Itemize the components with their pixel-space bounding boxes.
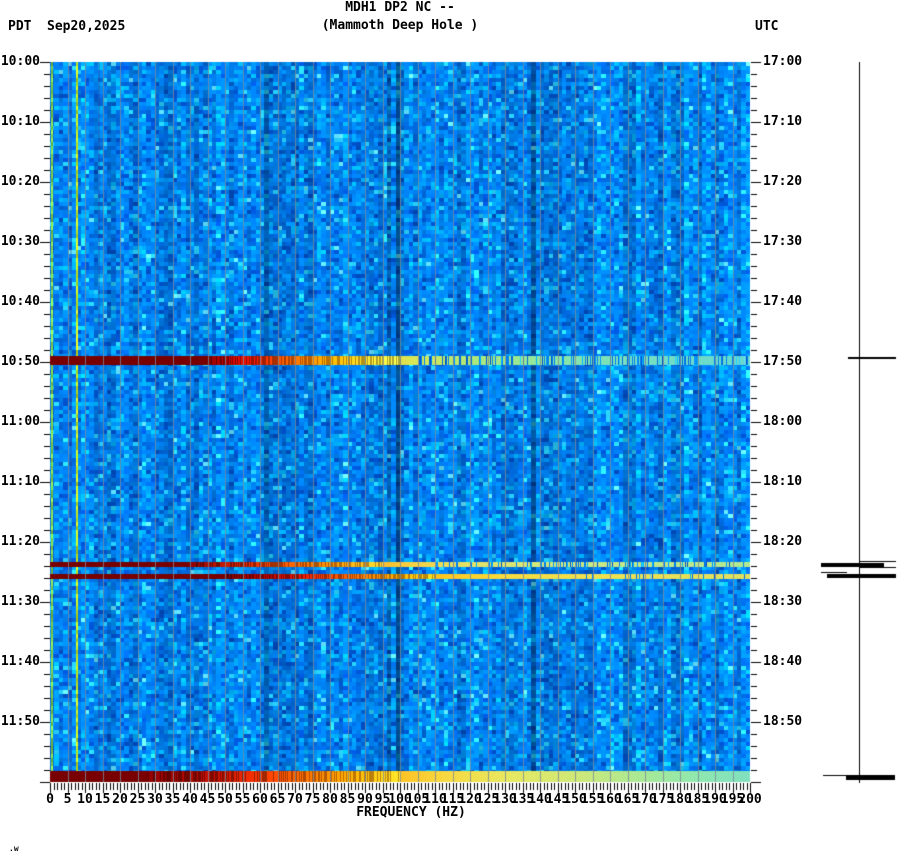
left-time-label: 11:40 (0, 654, 40, 669)
left-time-label: 11:00 (0, 414, 40, 429)
left-time-label: 11:50 (0, 714, 40, 729)
station-subtitle: (Mammoth Deep Hole ) (321, 18, 479, 33)
right-time-label: 18:50 (763, 714, 803, 729)
left-time-label: 10:30 (0, 234, 40, 249)
right-time-label: 17:50 (763, 354, 803, 369)
x-axis-title: FREQUENCY (HZ) (356, 805, 466, 820)
spectrogram-canvas (0, 0, 902, 864)
left-time-label: 10:50 (0, 354, 40, 369)
right-time-label: 18:00 (763, 414, 803, 429)
timezone-right-label: UTC (755, 19, 779, 34)
left-time-label: 10:20 (0, 174, 40, 189)
station-title: MDH1 DP2 NC -- (345, 0, 455, 15)
frequency-tick-label: 200 (738, 792, 762, 807)
right-time-label: 18:20 (763, 534, 803, 549)
spectrogram-page: PDT Sep20,2025 MDH1 DP2 NC -- (Mammoth D… (0, 0, 902, 864)
right-time-label: 17:30 (763, 234, 803, 249)
left-time-label: 11:10 (0, 474, 40, 489)
right-time-label: 17:40 (763, 294, 803, 309)
right-time-label: 18:30 (763, 594, 803, 609)
right-time-label: 17:10 (763, 114, 803, 129)
right-time-label: 17:20 (763, 174, 803, 189)
timezone-left-label: PDT (8, 19, 32, 34)
left-time-label: 11:30 (0, 594, 40, 609)
right-time-label: 18:10 (763, 474, 803, 489)
right-time-label: 17:00 (763, 54, 803, 69)
left-time-label: 10:40 (0, 294, 40, 309)
right-time-label: 18:40 (763, 654, 803, 669)
left-time-label: 10:10 (0, 114, 40, 129)
left-time-label: 11:20 (0, 534, 40, 549)
watermark: .w (9, 844, 19, 853)
left-time-label: 10:00 (0, 54, 40, 69)
